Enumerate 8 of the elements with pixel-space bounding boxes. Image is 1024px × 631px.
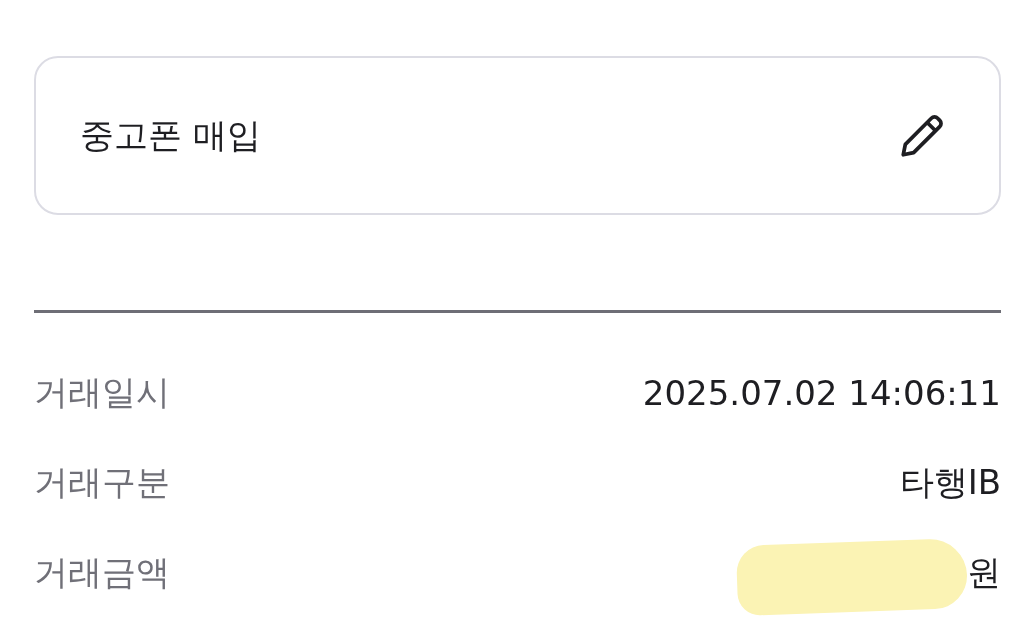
detail-label: 거래일시 [34,371,170,414]
memo-text: 중고폰 매입 [80,113,261,157]
detail-value: 원 [967,551,1001,594]
memo-field[interactable]: 중고폰 매입 [34,56,1001,215]
detail-label: 거래금액 [34,551,170,594]
detail-label: 거래구분 [34,461,170,504]
detail-value: 2025.07.02 14:06:11 [642,373,1001,413]
detail-value: 타행IB [899,461,1001,504]
